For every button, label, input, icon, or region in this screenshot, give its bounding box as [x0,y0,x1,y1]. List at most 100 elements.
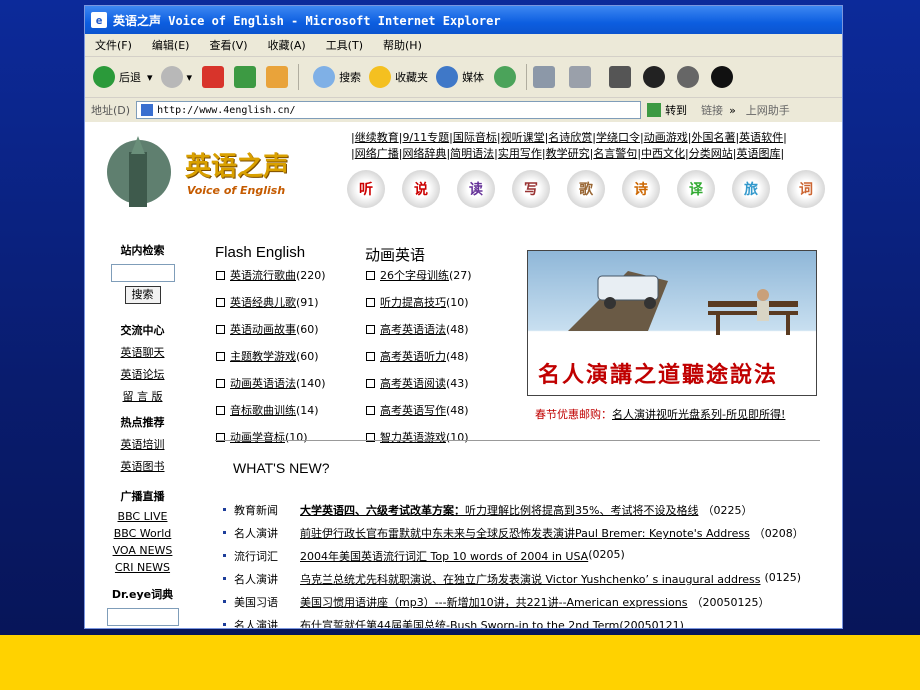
title-bar: e 英语之声 Voice of English - Microsoft Inte… [85,6,842,34]
menu-tools[interactable]: 工具(T) [316,37,373,53]
list-item[interactable]: 高考英语听力 (48) [366,348,469,364]
refresh-icon[interactable] [234,66,257,88]
address-bar: 地址(D) http://www.4english.cn/ 转到 链接 » 上网… [85,98,842,123]
list-item[interactable]: 听力提高技巧 (10) [366,294,469,310]
go-button[interactable]: 转到 [647,102,687,118]
list-item[interactable]: 主题教学游戏 (60) [216,348,319,364]
translate-ball-icon[interactable]: 译 [677,170,715,208]
page-content: 英语之声 Voice of English |继续教育|9/11专题|国际音标|… [85,122,842,628]
speak-ball-icon[interactable]: 说 [402,170,440,208]
whats-new-title: WHAT'S NEW? [233,460,330,476]
dict-input[interactable] [106,608,179,626]
song-ball-icon[interactable]: 歌 [567,170,605,208]
divider [215,440,820,441]
top-link[interactable]: 继续教育 [355,131,399,144]
read-ball-icon[interactable]: 读 [457,170,495,208]
top-link[interactable]: 网络广播 [355,147,399,160]
sidebar-link[interactable]: 英语图书 [105,458,180,474]
top-link[interactable]: 英语图库 [736,147,780,160]
sidebar-link[interactable]: 英语培训 [105,436,180,452]
search-header: 站内检索 [120,244,165,257]
sidebar-link[interactable]: CRI NEWS [105,561,180,574]
site-search-input[interactable] [110,264,175,282]
top-link[interactable]: 外国名著 [691,131,735,144]
back-arrow-icon [93,66,115,88]
news-item[interactable]: 名人演讲 乌克兰总统尤先科就职演说、在独立广场发表演说 Victor Yushch… [223,571,801,587]
browser-window: e 英语之声 Voice of English - Microsoft Inte… [84,5,843,629]
links-label[interactable]: 链接 [701,102,723,118]
qq-penguin-icon[interactable] [711,66,734,88]
media-button[interactable]: 媒体 [436,66,484,88]
top-link[interactable]: 网络辞典 [402,147,446,160]
back-button[interactable]: 后退 ▾ [93,66,153,88]
messenger-icon[interactable] [643,66,666,88]
travel-ball-icon[interactable]: 旅 [732,170,770,208]
news-item[interactable]: 教育新闻 大学英语四、六级考试改革方案： 听力理解比例将提高到35%、考试将不设及格… [223,502,752,518]
sidebar-link[interactable]: 英语聊天 [105,344,180,360]
top-link[interactable]: 学绕口令 [596,131,640,144]
address-input[interactable]: http://www.4english.cn/ [136,101,642,119]
address-url: http://www.4english.cn/ [157,104,296,116]
top-link[interactable]: 简明语法 [450,147,494,160]
list-item[interactable]: 26个字母训练 (27) [366,267,472,283]
news-item[interactable]: 名人演讲 布什宣誓就任第44届美国总统-Bush Sworn-in to the … [223,617,684,628]
sidebar-link[interactable]: BBC LIVE [105,510,180,523]
sidebar-link[interactable]: VOA NEWS [105,544,180,557]
news-item[interactable]: 美国习语 美国习惯用语讲座（mp3）---新增加10讲，共221讲--Americ… [223,594,769,610]
top-link[interactable]: 英语软件 [739,131,783,144]
home-icon[interactable] [266,66,289,88]
poem-ball-icon[interactable]: 诗 [622,170,660,208]
list-item[interactable]: 高考英语阅读 (43) [366,375,469,391]
list-item[interactable]: 音标歌曲训练 (14) [216,402,319,418]
list-item[interactable]: 智力英语游戏 (10) [366,429,469,445]
promo-link[interactable]: 名人演讲视听光盘系列-所见即所得! [612,408,785,421]
list-item[interactable]: 英语流行歌曲 (220) [216,267,326,283]
star-icon [369,66,392,88]
mail-icon[interactable] [533,66,556,88]
stop-icon[interactable] [202,66,225,88]
sidebar-link[interactable]: BBC World [105,527,180,540]
top-link[interactable]: 动画游戏 [644,131,688,144]
search-button[interactable]: 搜索 [313,66,361,88]
site-search-button[interactable]: 搜索 [124,286,161,304]
page-icon [141,104,154,116]
list-item[interactable]: 动画英语语法 (140) [216,375,326,391]
top-link[interactable]: 国际音标 [453,131,497,144]
news-item[interactable]: 名人演讲 前驻伊行政长官布雷默就中东未来与全球反恐怖发表演讲Paul Bremer… [223,525,804,541]
top-link[interactable]: 中西文化 [641,147,685,160]
menu-edit[interactable]: 编辑(E) [142,37,200,53]
window-title: 英语之声 Voice of English - Microsoft Intern… [113,13,501,28]
top-link[interactable]: 名言警句 [593,147,637,160]
assistant-label[interactable]: 上网助手 [746,102,790,118]
paw-icon[interactable] [677,66,700,88]
go-label: 转到 [665,104,688,117]
top-link[interactable]: 视听课堂 [501,131,545,144]
sidebar-link[interactable]: 英语论坛 [105,366,180,382]
menu-view[interactable]: 查看(V) [199,37,257,53]
list-item[interactable]: 高考英语语法 (48) [366,321,469,337]
top-link[interactable]: 教学研究 [546,147,590,160]
top-link[interactable]: 名诗欣赏 [548,131,592,144]
favorites-button[interactable]: 收藏夹 [369,66,428,88]
forward-button[interactable]: ▾ [160,66,192,88]
top-link[interactable]: 分类网站 [689,147,733,160]
listen-ball-icon[interactable]: 听 [347,170,385,208]
list-item[interactable]: 高考英语写作 (48) [366,402,469,418]
list-item[interactable]: 动画学音标 (10) [216,429,308,445]
list-item[interactable]: 英语经典儿歌 (91) [216,294,319,310]
discuss-icon[interactable] [609,66,632,88]
top-link[interactable]: 实用写作 [498,147,542,160]
news-item[interactable]: 流行词汇 2004年美国英语流行词汇 Top 10 words of 2004 i… [223,548,625,564]
left-sidebar: 站内检索 搜索 交流中心 英语聊天 英语论坛 留 言 版 热点推荐 英语培训 英… [105,242,180,628]
word-ball-icon[interactable]: 词 [787,170,825,208]
list-item[interactable]: 英语动画故事 (60) [216,321,319,337]
menu-favorites[interactable]: 收藏(A) [258,37,316,53]
menu-help[interactable]: 帮助(H) [373,37,432,53]
top-link[interactable]: 9/11专题 [402,131,449,144]
speech-banner-image[interactable]: 名人演講之道聽途說法 [527,250,817,396]
edit-icon[interactable] [569,66,592,88]
sidebar-link[interactable]: 留 言 版 [105,388,180,404]
write-ball-icon[interactable]: 写 [512,170,550,208]
history-icon[interactable] [494,66,517,88]
menu-file[interactable]: 文件(F) [85,37,142,53]
